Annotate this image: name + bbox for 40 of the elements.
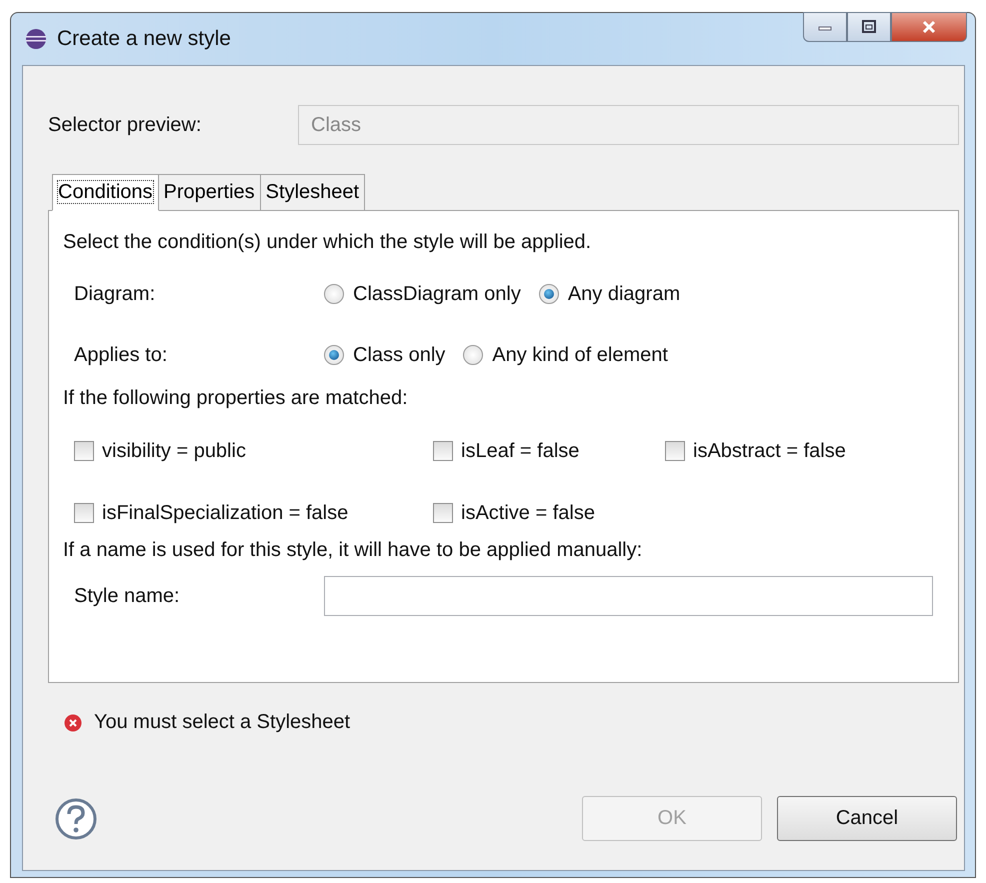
selector-preview-label: Selector preview: [48, 114, 202, 136]
group-label: Diagram: [74, 282, 156, 306]
checkbox[interactable] [665, 441, 685, 461]
checkbox-option[interactable]: visibility = public [74, 440, 433, 462]
checkbox-option[interactable]: isLeaf = false [433, 440, 665, 462]
section-heading: If the following properties are matched: [63, 387, 408, 410]
group-label: Applies to: [74, 344, 168, 366]
radio-button[interactable] [538, 284, 559, 304]
checkbox-option[interactable]: isAbstract = false [665, 440, 846, 462]
radio-option[interactable]: Any kind of element [463, 344, 668, 366]
checkbox-option[interactable]: isFinalSpecialization = false [74, 502, 433, 524]
minimize-button[interactable] [803, 12, 847, 42]
style-name-field[interactable] [324, 576, 933, 616]
maximize-icon [861, 20, 877, 34]
checkbox[interactable] [74, 503, 94, 523]
app-icon [25, 28, 47, 50]
maximize-button[interactable] [847, 12, 891, 42]
style-name-label: Style name: [74, 584, 181, 608]
radio-button[interactable] [324, 345, 344, 365]
radio-button[interactable] [324, 284, 344, 304]
help-icon[interactable] [54, 796, 98, 840]
window-title: Create a new style [57, 27, 231, 51]
error-icon [64, 714, 82, 732]
error-message: You must select a Stylesheet [94, 711, 350, 734]
close-icon [920, 20, 938, 34]
radio-button[interactable] [463, 345, 484, 365]
radio-option[interactable]: ClassDiagram only [324, 282, 521, 306]
cancel-button[interactable]: Cancel [777, 796, 957, 841]
tab[interactable]: Properties [158, 174, 261, 211]
tab[interactable]: Conditions [52, 174, 159, 211]
checkbox[interactable] [433, 441, 453, 461]
radio-option[interactable]: Any diagram [538, 282, 680, 306]
radio-option[interactable]: Class only [324, 344, 446, 366]
close-button[interactable] [891, 12, 967, 42]
checkbox[interactable] [433, 503, 453, 523]
instruction-text: Select the condition(s) under which the style will be applied. [63, 231, 592, 254]
instruction-text: If a name is used for this style, it will have to be applied manually: [63, 539, 642, 562]
checkbox[interactable] [74, 441, 94, 461]
checkbox-option[interactable]: isActive = false [433, 502, 665, 524]
tab[interactable]: Stylesheet [260, 174, 366, 211]
